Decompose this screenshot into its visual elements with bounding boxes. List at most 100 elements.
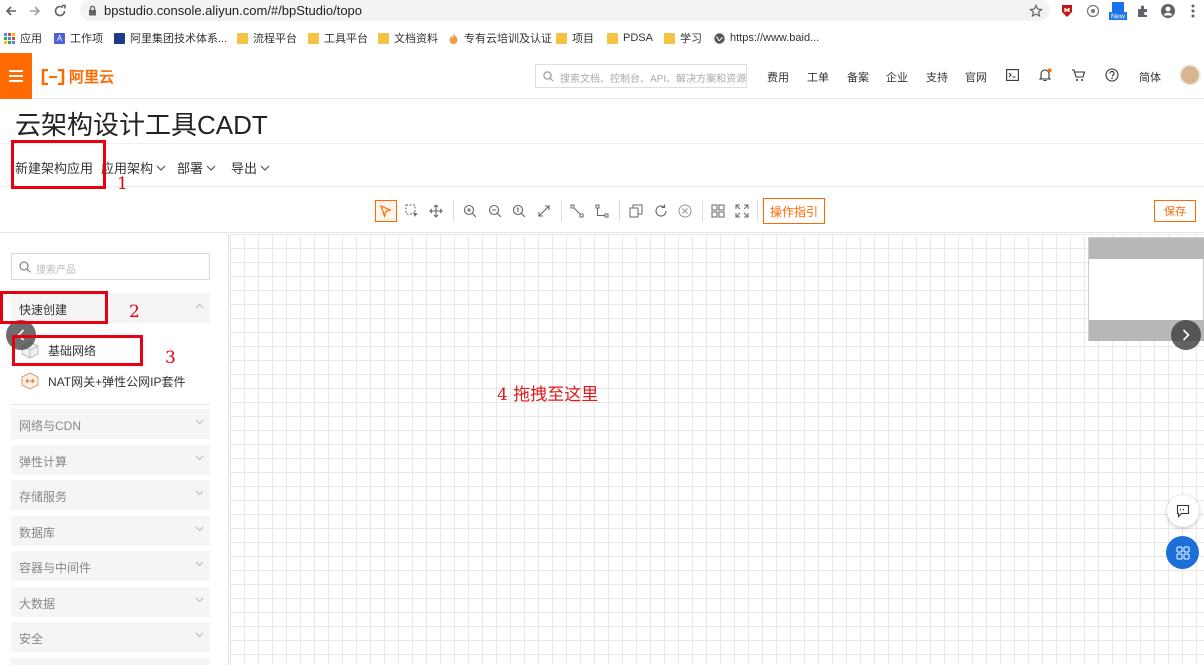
more-icon[interactable] bbox=[1184, 2, 1202, 20]
group-storage[interactable]: 存储服务 bbox=[11, 480, 210, 510]
nav-support[interactable]: 支持 bbox=[926, 69, 948, 85]
bookmark-apps[interactable]: 应用 bbox=[4, 29, 42, 47]
straight-line-button[interactable] bbox=[566, 200, 588, 222]
folder-icon bbox=[378, 32, 389, 44]
group-big-data[interactable]: 大数据 bbox=[11, 587, 210, 617]
apps-icon bbox=[1176, 546, 1189, 559]
zoom-out-button[interactable] bbox=[484, 200, 506, 222]
nav-icp[interactable]: 备案 bbox=[847, 69, 869, 85]
group-network-cdn[interactable]: 网络与CDN bbox=[11, 409, 210, 439]
redo-button[interactable] bbox=[650, 200, 672, 222]
hamburger-menu-button[interactable] bbox=[0, 53, 32, 99]
group-label: 安全 bbox=[19, 632, 44, 646]
bookmark-tools[interactable]: 工具平台 bbox=[308, 29, 368, 47]
aliyun-logo[interactable]: 阿里云 bbox=[41, 66, 114, 87]
bookmark-study[interactable]: 学习 bbox=[664, 29, 702, 47]
bookmark-label: PDSA bbox=[623, 32, 653, 44]
select-tool-button[interactable] bbox=[375, 200, 397, 222]
product-nat-eip-kit[interactable]: NAT网关+弹性公网IP套件 bbox=[20, 371, 185, 391]
fit-screen-button[interactable] bbox=[533, 200, 555, 222]
lock-icon bbox=[88, 5, 97, 16]
bookmark-label: 流程平台 bbox=[253, 33, 297, 45]
elbow-line-button[interactable] bbox=[591, 200, 613, 222]
grid-view-button[interactable] bbox=[707, 200, 729, 222]
cart-icon[interactable] bbox=[1070, 67, 1086, 83]
bookmark-workitems[interactable]: A 工作项 bbox=[54, 29, 103, 47]
group-label: 弹性计算 bbox=[19, 455, 68, 469]
extension-icon[interactable] bbox=[1084, 2, 1102, 20]
minimap-header bbox=[1089, 238, 1204, 259]
bookmark-pdsa[interactable]: PDSA bbox=[607, 29, 653, 47]
folder-icon bbox=[308, 32, 319, 44]
zoom-in-button[interactable] bbox=[459, 200, 481, 222]
group-database[interactable]: 数据库 bbox=[11, 516, 210, 546]
bookmark-ali-tech[interactable]: 阿里集团技术体系... bbox=[114, 29, 227, 47]
star-icon[interactable] bbox=[1027, 2, 1045, 20]
group-security[interactable]: 安全 bbox=[11, 622, 210, 652]
canvas-instruction: 4 拖拽至这里 bbox=[497, 385, 599, 405]
delete-button[interactable] bbox=[674, 200, 696, 222]
bookmark-project[interactable]: 项目 bbox=[556, 29, 594, 47]
bookmark-training[interactable]: 专有云培训及认证 bbox=[448, 29, 552, 47]
product-search-input[interactable]: 搜索产品 bbox=[11, 253, 210, 280]
apps-button[interactable] bbox=[1166, 536, 1199, 569]
search-icon bbox=[543, 71, 554, 82]
zoom-reset-button[interactable] bbox=[508, 200, 530, 222]
topology-canvas[interactable] bbox=[230, 234, 1204, 665]
group-label: 数据库 bbox=[19, 526, 56, 540]
group-label: 存储服务 bbox=[19, 490, 68, 504]
console-search-input[interactable]: 搜索文档、控制台、API、解决方案和资源 bbox=[535, 64, 747, 88]
nav-enterprise[interactable]: 企业 bbox=[886, 69, 908, 85]
nav-tickets[interactable]: 工单 bbox=[807, 69, 829, 85]
annotation-box-quick-create bbox=[0, 291, 108, 324]
shield-extension-icon[interactable] bbox=[1058, 2, 1076, 20]
console-header: 阿里云 搜索文档、控制台、API、解决方案和资源 费用 工单 备案 企业 支持 … bbox=[0, 53, 1204, 99]
carousel-next-button[interactable] bbox=[1171, 320, 1201, 350]
cursor-arrow-icon bbox=[380, 204, 392, 218]
bookmark-docs[interactable]: 文档资料 bbox=[378, 29, 438, 47]
connector-elbow-icon bbox=[595, 204, 609, 218]
profile-icon[interactable] bbox=[1159, 2, 1177, 20]
canvas-toolbar: 操作指引 保存 bbox=[0, 188, 1204, 233]
language-switch[interactable]: 简体 bbox=[1139, 69, 1161, 85]
bookmark-label: 应用 bbox=[20, 33, 42, 45]
nav-billing[interactable]: 费用 bbox=[767, 69, 789, 85]
terminal-icon[interactable] bbox=[1004, 67, 1020, 83]
fullscreen-button[interactable] bbox=[731, 200, 753, 222]
help-icon[interactable] bbox=[1104, 67, 1120, 83]
pan-tool-button[interactable] bbox=[425, 200, 447, 222]
back-icon[interactable] bbox=[2, 2, 20, 20]
feedback-button[interactable] bbox=[1167, 495, 1199, 527]
operation-guide-button[interactable]: 操作指引 bbox=[763, 198, 825, 224]
bookmark-process[interactable]: 流程平台 bbox=[237, 29, 297, 47]
logo-text: 阿里云 bbox=[69, 69, 115, 86]
new-extension-icon[interactable]: New bbox=[1108, 2, 1128, 21]
close-circle-icon bbox=[678, 204, 692, 218]
group-container-middleware[interactable]: 容器与中间件 bbox=[11, 551, 210, 581]
group-label: 大数据 bbox=[19, 597, 56, 611]
connector-line-icon bbox=[570, 204, 584, 218]
toolbar-divider bbox=[757, 200, 758, 222]
box-select-tool-button[interactable] bbox=[401, 200, 423, 222]
save-button[interactable]: 保存 bbox=[1154, 200, 1196, 222]
copy-button[interactable] bbox=[625, 200, 647, 222]
forward-icon[interactable] bbox=[26, 2, 44, 20]
menu-label: 导出 bbox=[231, 161, 258, 176]
avatar[interactable] bbox=[1179, 64, 1201, 86]
bell-icon[interactable] bbox=[1037, 67, 1053, 83]
url-text: bpstudio.console.aliyun.com/#/bpStudio/t… bbox=[104, 3, 363, 18]
globe-icon bbox=[714, 32, 725, 44]
chat-icon bbox=[1176, 504, 1190, 518]
bookmark-label: https://www.baid... bbox=[730, 32, 820, 44]
chevron-up-icon bbox=[195, 303, 204, 309]
app-architecture-menu[interactable]: 应用架构 bbox=[101, 158, 166, 177]
zoom-actual-icon bbox=[512, 204, 526, 218]
bookmark-baidu[interactable]: https://www.baid... bbox=[714, 29, 819, 47]
puzzle-icon[interactable] bbox=[1134, 2, 1152, 20]
nav-official-site[interactable]: 官网 bbox=[965, 69, 987, 85]
export-menu[interactable]: 导出 bbox=[231, 158, 270, 177]
group-compute[interactable]: 弹性计算 bbox=[11, 445, 210, 475]
reload-icon[interactable] bbox=[51, 2, 69, 20]
toolbar-divider bbox=[561, 200, 562, 222]
deploy-menu[interactable]: 部署 bbox=[177, 158, 216, 177]
